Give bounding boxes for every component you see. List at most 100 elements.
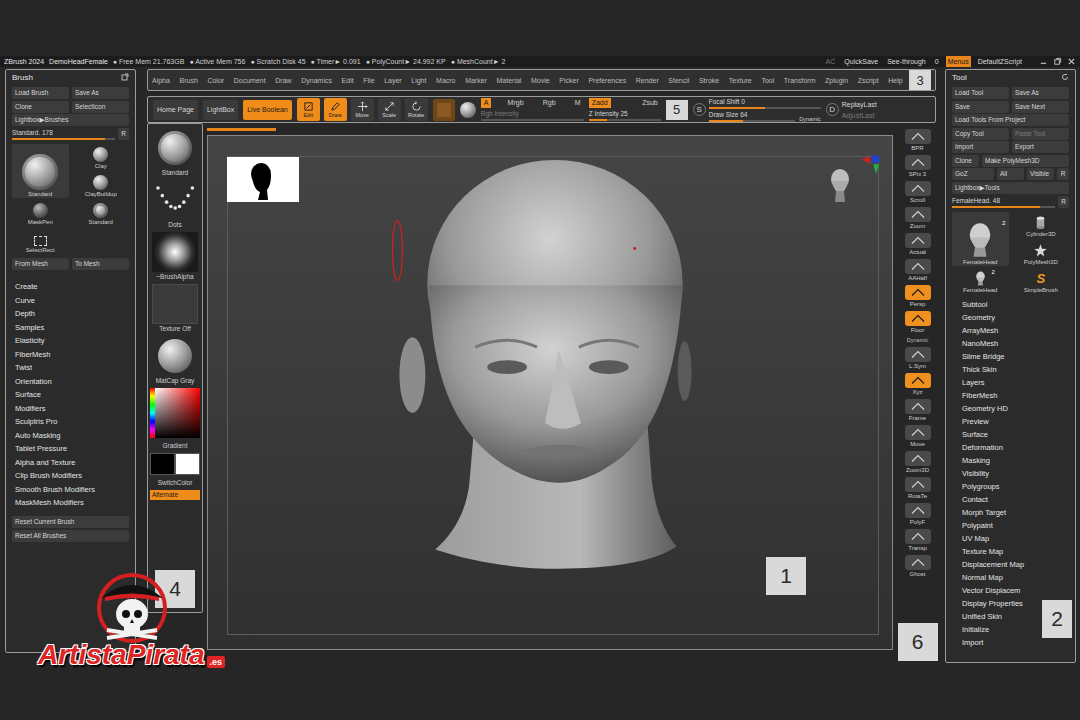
palette-button[interactable]: Lightbox▶Brushes [12,114,129,126]
section-header[interactable]: Orientation [12,375,129,389]
section-header[interactable]: Geometry [952,311,1069,324]
menu-item[interactable]: Light [411,77,426,84]
section-header[interactable]: Subtool [952,298,1069,311]
mesh-button[interactable]: To Mesh [72,258,129,270]
title-control[interactable]: See-through [885,56,928,67]
menu-item[interactable]: Help [888,77,902,84]
view-button[interactable]: Persp [905,285,931,308]
section-header[interactable]: Texture Map [952,545,1069,558]
section-header[interactable]: Depth [12,307,129,321]
palette-button[interactable]: Save As [1012,87,1069,99]
shelf-button[interactable]: Home Page [153,100,198,120]
title-control[interactable]: Menus [946,56,971,67]
mode-button[interactable]: Draw [324,98,347,121]
menu-item[interactable]: Macro [436,77,455,84]
tool-thumbnail[interactable]: Cylinder3D [1013,212,1070,238]
palette-button[interactable]: Make PolyMesh3D [982,155,1069,167]
section-header[interactable]: Modifiers [12,402,129,416]
replay-icon[interactable]: D [826,103,839,116]
section-header[interactable]: Surface [12,388,129,402]
view-button[interactable]: Move [905,425,931,448]
section-header[interactable]: Surface [952,428,1069,441]
shelf-slot[interactable]: Texture Off [152,284,198,333]
menu-item[interactable]: Transform [784,77,816,84]
view-button[interactable]: Frame [905,399,931,422]
section-header[interactable]: Samples [12,321,129,335]
menu-item[interactable]: Layer [384,77,402,84]
title-control[interactable]: QuickSave [842,56,880,67]
section-header[interactable]: NanoMesh [952,337,1069,350]
section-header[interactable]: Sculptris Pro [12,415,129,429]
mode-button[interactable]: Rotate [405,98,428,121]
menu-item[interactable]: Edit [342,77,354,84]
palette-button[interactable]: Load Brush [12,87,69,99]
brush-size-slider[interactable]: Standard. 178 [12,128,115,140]
sphere-icon[interactable] [460,102,476,118]
section-header[interactable]: Morph Target [952,506,1069,519]
shelf-slot[interactable]: Standard [152,128,198,177]
reset-key[interactable]: R [1058,196,1069,208]
tool-thumbnail[interactable]: PolyMesh3D [1013,240,1070,266]
brush-thumbnail[interactable]: ClayBuildup [73,172,130,198]
view-button[interactable]: BPR [905,129,931,152]
channel-toggle[interactable]: M [572,98,584,108]
shelf-slot[interactable]: MatCap Gray [152,336,198,385]
view-button[interactable]: RotaTe [905,477,931,500]
brush-thumbnail[interactable]: Standard [12,144,69,198]
color-picker[interactable] [150,388,200,438]
view-button[interactable]: Zoom3D [905,451,931,474]
tool-thumbnail[interactable]: SSimpleBrush [1013,268,1070,294]
material-icon[interactable] [433,99,455,121]
palette-button[interactable]: Save [952,101,1009,113]
section-header[interactable]: Slime Bridge [952,350,1069,363]
section-header[interactable]: Geometry HD [952,402,1069,415]
menu-item[interactable]: Dynamics [301,77,332,84]
reset-button[interactable]: Reset Current Brush [12,516,129,528]
section-header[interactable]: Create [12,280,129,294]
z-intensity-slider[interactable]: Z Intensity 25 [589,109,661,121]
section-header[interactable]: Thick Skin [952,363,1069,376]
focal-shift-icon[interactable]: S [693,103,706,116]
palette-button[interactable]: GoZ [952,168,994,180]
view-button[interactable]: L.Sym [905,347,931,370]
section-header[interactable]: Deformation [952,441,1069,454]
menu-item[interactable]: Preferences [588,77,626,84]
view-button[interactable]: PolyF [905,503,931,526]
shelf-button[interactable]: Live Boolean [243,100,291,120]
view-button[interactable]: Transp [905,529,931,552]
view-button[interactable]: SPix 3 [905,155,931,178]
palette-button[interactable]: Import [952,141,1009,153]
title-control[interactable]: DefaultZScript [976,56,1024,67]
brush-thumbnail[interactable]: SelectRect [12,228,69,254]
menu-item[interactable]: Draw [275,77,291,84]
focal-shift-slider[interactable]: Focal Shift 0 [709,97,821,109]
shelf-button[interactable]: LightBox [203,100,238,120]
menu-item[interactable]: Stroke [699,77,719,84]
palette-button[interactable]: SelectIcon [72,101,129,113]
shelf-slot[interactable]: Dots [152,180,198,229]
section-header[interactable]: Curve [12,294,129,308]
section-header[interactable]: Smooth Brush Modifiers [12,483,129,497]
menu-item[interactable]: Material [497,77,522,84]
view-button[interactable]: Xyz [905,373,931,396]
minimize-icon[interactable] [1039,57,1048,66]
reset-key[interactable]: R [118,128,129,140]
mode-button[interactable]: Move [351,98,374,121]
tool-slider[interactable]: FemaleHead. 48 [952,196,1055,208]
tool-thumbnail[interactable]: 2FemaleHead [952,212,1009,266]
view-button[interactable]: AAHalf [905,259,931,282]
tool-thumbnail[interactable]: 2FemaleHead [952,268,1009,294]
close-icon[interactable] [1067,57,1076,66]
section-header[interactable]: Alpha and Texture [12,456,129,470]
primary-color[interactable] [150,453,175,475]
palette-button[interactable]: Visible [1027,168,1054,180]
axis-gizmo-icon[interactable] [860,154,882,176]
mode-button[interactable]: Edit [297,98,320,121]
brush-thumbnail[interactable]: Standard [73,200,130,226]
section-header[interactable]: Preview [952,415,1069,428]
section-header[interactable]: Displacement Map [952,558,1069,571]
palette-button[interactable]: Save As [72,87,129,99]
view-button[interactable]: Zoom [905,207,931,230]
alternate-toggle[interactable]: Alternate [150,490,200,500]
palette-button[interactable]: R [1057,168,1069,180]
